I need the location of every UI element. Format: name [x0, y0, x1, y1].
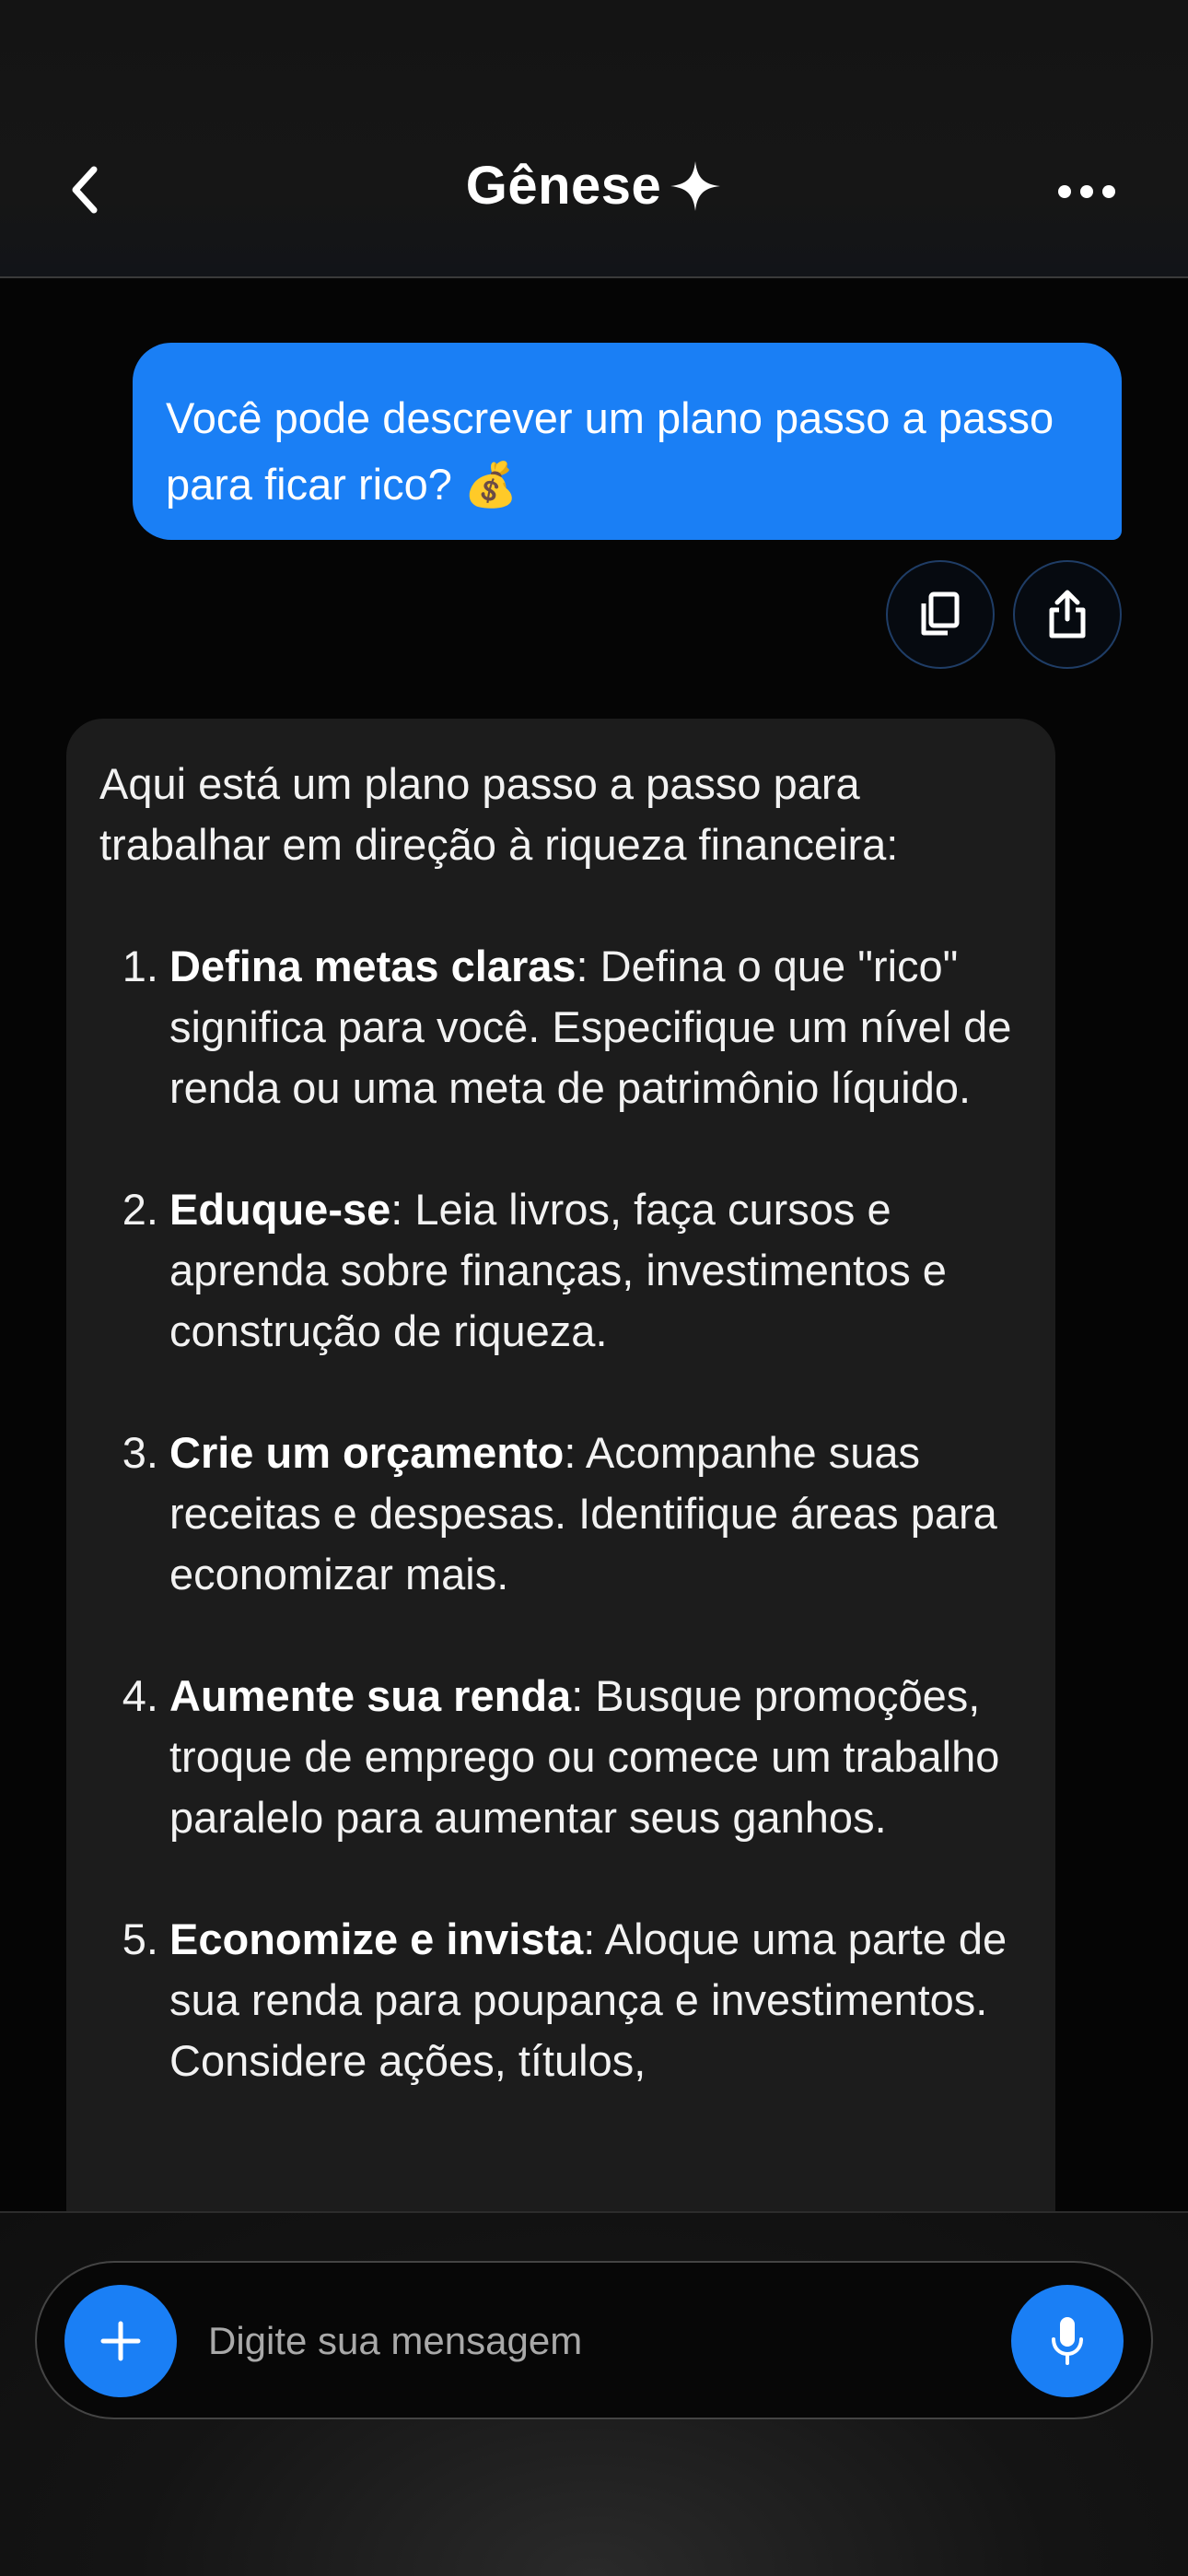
step-body: Economize e invista: Aloque uma parte de… [169, 1909, 1022, 2091]
step-title: Eduque-se [169, 1185, 391, 1234]
plus-icon [100, 2321, 141, 2361]
copy-icon [921, 591, 960, 636]
ellipsis-icon [1058, 185, 1115, 198]
user-message-bubble: Você pode descrever um plano passo a pas… [133, 343, 1122, 540]
list-item: 3. Crie um orçamento: Acompanhe suas rec… [99, 1423, 1022, 1605]
step-number: 3. [122, 1428, 158, 1477]
share-button[interactable] [1013, 560, 1122, 669]
list-item: 1. Defina metas claras: Defina o que "ri… [99, 936, 1022, 1118]
step-body: Crie um orçamento: Acompanhe suas receit… [169, 1423, 1022, 1605]
step-title: Economize e invista [169, 1914, 584, 1963]
title-container: Gênese [0, 155, 1188, 217]
user-message-text: Você pode descrever um plano passo a pas… [166, 393, 1054, 509]
steps-list: 1. Defina metas claras: Defina o que "ri… [99, 936, 1022, 2091]
step-number: 4. [122, 1671, 158, 1720]
add-attachment-button[interactable] [64, 2285, 177, 2397]
step-number: 2. [122, 1185, 158, 1234]
message-actions [886, 560, 1122, 669]
message-input[interactable] [208, 2300, 1019, 2383]
share-icon [1049, 590, 1086, 638]
step-number: 5. [122, 1914, 158, 1963]
page-title: Gênese [466, 155, 723, 217]
copy-button[interactable] [886, 560, 995, 669]
step-title: Defina metas claras [169, 942, 577, 990]
step-title: Crie um orçamento [169, 1428, 565, 1477]
step-body: Eduque-se: Leia livros, faça cursos e ap… [169, 1179, 1022, 1362]
page-title-text: Gênese [465, 156, 662, 216]
chat-screen: Gênese Você pode descrever um plano pass… [0, 0, 1188, 2576]
sparkle-icon [670, 160, 721, 211]
list-item: 2. Eduque-se: Leia livros, faça cursos e… [99, 1179, 1022, 1362]
list-item: 4. Aumente sua renda: Busque promoções, … [99, 1666, 1022, 1848]
assistant-message-bubble: Aqui está um plano passo a passo para tr… [66, 719, 1055, 2230]
step-number: 1. [122, 942, 158, 990]
voice-input-button[interactable] [1011, 2285, 1124, 2397]
step-body: Defina metas claras: Defina o que "rico"… [169, 936, 1022, 1118]
step-title: Aumente sua renda [169, 1671, 572, 1720]
assistant-intro: Aqui está um plano passo a passo para tr… [99, 759, 899, 869]
step-body: Aumente sua renda: Busque promoções, tro… [169, 1666, 1022, 1848]
chat-header: Gênese [0, 0, 1188, 278]
message-composer [35, 2261, 1153, 2419]
list-item: 5. Economize e invista: Aloque uma parte… [99, 1909, 1022, 2091]
composer-area [0, 2211, 1188, 2576]
more-options-button[interactable] [1042, 166, 1116, 217]
microphone-icon [1052, 2317, 1083, 2365]
